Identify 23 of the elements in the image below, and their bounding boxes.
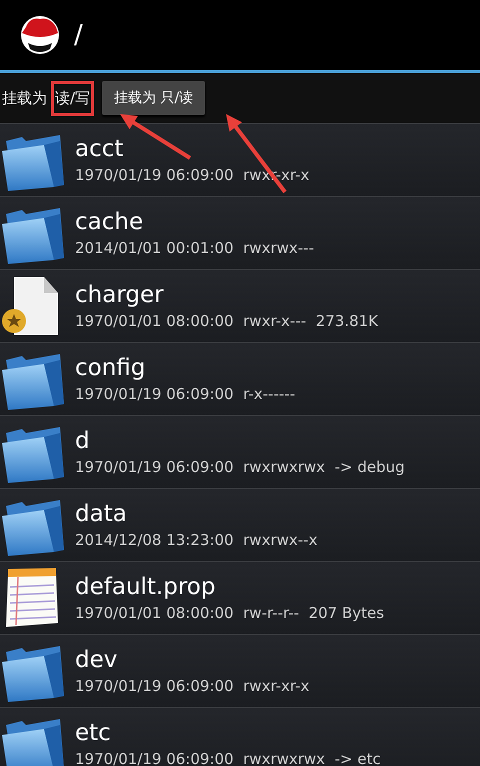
file-name: d: [75, 427, 90, 456]
current-path: /: [74, 20, 83, 50]
file-name: data: [75, 500, 127, 529]
file-details: 1970/01/19 06:09:00 r-x------: [75, 384, 296, 405]
mount-mode: 读/写: [51, 80, 94, 116]
file-details: 1970/01/01 08:00:00 rw-r--r-- 207 Bytes: [75, 603, 384, 624]
file-name: config: [75, 354, 146, 383]
file-details: 1970/01/19 06:09:00 rwxrwxrwx -> etc: [75, 749, 381, 766]
file-name: charger: [75, 281, 164, 310]
file-name: etc: [75, 719, 111, 748]
file-row[interactable]: etc 1970/01/19 06:09:00 rwxrwxrwx -> etc: [0, 707, 480, 766]
file-name: acct: [75, 135, 124, 164]
file-details: 2014/01/01 00:01:00 rwxrwx---: [75, 238, 314, 259]
file-details: 1970/01/19 06:09:00 rwxrwxrwx -> debug: [75, 457, 405, 478]
file-name: dev: [75, 646, 118, 675]
file-details: 2014/12/08 13:23:00 rwxrwx--x: [75, 530, 318, 551]
file-name: cache: [75, 208, 144, 237]
file-name: default.prop: [75, 573, 216, 602]
mount-label: 挂载为: [1, 88, 47, 108]
file-details: 1970/01/01 08:00:00 rwxr-x--- 273.81K: [75, 311, 378, 332]
file-details: 1970/01/19 06:09:00 rwxr-xr-x: [75, 676, 310, 697]
mount-read-only-button[interactable]: 挂载为 只/读: [102, 81, 206, 115]
logo-icon: [20, 15, 60, 55]
